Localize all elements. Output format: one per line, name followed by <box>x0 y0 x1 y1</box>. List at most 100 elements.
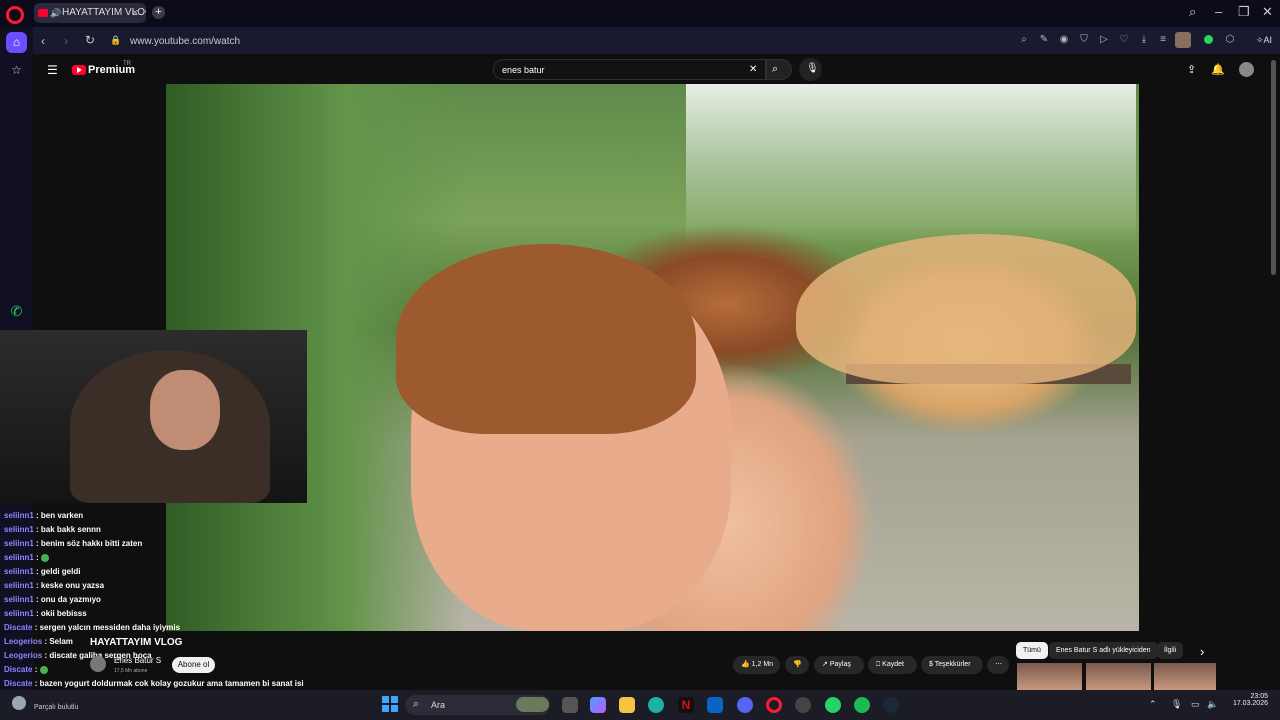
vpn-icon[interactable] <box>1204 35 1213 44</box>
network-icon[interactable]: ▭ <box>1191 699 1200 710</box>
chat-username[interactable]: seliinn1 <box>4 525 34 534</box>
chip-uploader[interactable]: Enes Batur S adlı yükleyiciden <box>1049 642 1158 659</box>
taskbar-search-placeholder[interactable]: Ara <box>431 700 445 710</box>
chat-username[interactable]: Discate <box>4 679 32 688</box>
play-icon[interactable]: ▷ <box>1098 34 1110 46</box>
chat-username[interactable]: seliinn1 <box>4 581 34 590</box>
search-icon[interactable]: ⌕ <box>1018 34 1030 46</box>
like-count: 1,2 Mn <box>751 661 774 668</box>
share-icon: ↗ <box>822 661 828 668</box>
microphone-icon[interactable]: 🎙 <box>1171 699 1182 710</box>
download-icon[interactable]: ⤓ <box>1138 34 1150 46</box>
search-icon: ⌕ <box>772 63 779 75</box>
close-window-icon[interactable]: ✕ <box>1262 4 1273 20</box>
profile-avatar[interactable] <box>1175 32 1191 48</box>
menu-icon[interactable]: ≡ <box>1157 34 1169 46</box>
reload-icon[interactable]: ↻ <box>85 33 95 47</box>
more-actions-button[interactable]: ⋯ <box>987 656 1009 674</box>
clock-time: 23:05 <box>1250 693 1268 700</box>
netflix-icon[interactable]: N <box>678 697 694 713</box>
spotify-icon[interactable] <box>854 697 870 713</box>
channel-avatar[interactable] <box>90 656 106 672</box>
system-clock[interactable]: 23:05 17.03.2026 <box>1230 693 1268 707</box>
upload-icon[interactable]: ⇪ <box>1187 63 1196 76</box>
app-icon[interactable] <box>795 697 811 713</box>
lock-icon[interactable]: 🔒 <box>110 35 121 46</box>
channel-name[interactable]: Enes Batur S <box>114 656 161 665</box>
home-icon[interactable]: ⌂ <box>6 32 27 53</box>
search-input-value[interactable]: enes batur <box>502 65 545 75</box>
chat-separator: : <box>32 679 40 688</box>
weather-icon[interactable] <box>12 696 26 710</box>
tab-search-icon[interactable]: ⌕ <box>1189 4 1196 20</box>
copilot-icon[interactable] <box>590 697 606 713</box>
search-button[interactable] <box>766 59 792 80</box>
tray-chevron-icon[interactable]: ⌃ <box>1149 699 1157 710</box>
chat-username[interactable]: Discate <box>4 665 32 674</box>
whatsapp-icon[interactable]: ✆ <box>6 301 27 322</box>
chip-related[interactable]: İlgili <box>1157 642 1184 659</box>
chat-username[interactable]: Discate <box>4 623 32 632</box>
outlook-icon[interactable] <box>707 697 723 713</box>
bookmarks-icon[interactable]: ☆ <box>6 60 27 81</box>
minimize-icon[interactable]: – <box>1215 4 1222 19</box>
hamburger-menu-icon[interactable]: ☰ <box>47 63 58 77</box>
page-scrollbar[interactable] <box>1271 60 1276 275</box>
edge-icon[interactable] <box>648 697 664 713</box>
steam-icon[interactable] <box>883 697 899 713</box>
edit-icon[interactable]: ✎ <box>1038 34 1050 46</box>
task-view-icon[interactable] <box>562 697 578 713</box>
save-button[interactable]: ⎕ Kaydet <box>868 656 917 674</box>
forward-icon[interactable]: › <box>64 34 68 48</box>
chip-all[interactable]: Tümü <box>1016 642 1048 659</box>
thumbs-down-icon: 👎 <box>793 661 802 668</box>
weather-widget[interactable]: Parçalı bulutlu <box>34 704 78 711</box>
opera-menu-icon[interactable] <box>6 6 24 24</box>
speaker-icon[interactable]: 🔊 <box>50 3 61 23</box>
clock-date: 17.03.2026 <box>1232 700 1268 707</box>
like-button[interactable]: 👍 1,2 Mn <box>733 656 780 674</box>
chat-text: bazen yogurt doldurmak cok kolay gozukur… <box>39 679 304 688</box>
tab-close-icon[interactable]: × <box>132 3 138 23</box>
microphone-icon: 🎙 <box>806 63 819 74</box>
search-highlight-image[interactable] <box>516 697 549 712</box>
notifications-bell-icon[interactable]: 🔔 <box>1211 63 1225 76</box>
chat-username[interactable]: seliinn1 <box>4 595 34 604</box>
heart-icon[interactable]: ♡ <box>1118 34 1130 46</box>
video-player[interactable] <box>166 84 1139 631</box>
share-button[interactable]: ↗ Paylaş <box>814 656 864 674</box>
chat-username[interactable]: seliinn1 <box>4 511 34 520</box>
recommended-thumbnail[interactable] <box>1017 663 1082 690</box>
chat-username[interactable]: seliinn1 <box>4 553 34 562</box>
dislike-button[interactable]: 👎 <box>785 656 809 674</box>
whatsapp-icon[interactable] <box>825 697 841 713</box>
recommended-thumbnail[interactable] <box>1154 663 1216 690</box>
chat-username[interactable]: seliinn1 <box>4 567 34 576</box>
ai-button[interactable]: ✧AI <box>1256 35 1272 46</box>
discord-icon[interactable] <box>737 697 753 713</box>
camera-icon[interactable]: ◉ <box>1058 34 1070 46</box>
start-button[interactable] <box>382 696 398 712</box>
chat-username[interactable]: Leogerios <box>4 651 42 660</box>
volume-icon[interactable]: 🔈 <box>1207 699 1218 710</box>
thanks-button[interactable]: $ Teşekkürler <box>921 656 983 674</box>
maximize-icon[interactable]: ❐ <box>1238 4 1250 20</box>
chat-username[interactable]: seliinn1 <box>4 539 34 548</box>
file-explorer-icon[interactable] <box>619 697 635 713</box>
chips-next-icon[interactable]: › <box>1200 644 1204 659</box>
url-field[interactable]: www.youtube.com/watch <box>130 36 240 47</box>
extensions-icon[interactable]: ⬡ <box>1224 34 1236 46</box>
recommended-thumbnail[interactable] <box>1086 663 1151 690</box>
clear-search-icon[interactable]: ✕ <box>749 64 757 75</box>
back-icon[interactable]: ‹ <box>41 34 45 48</box>
browser-tab[interactable]: 🔊 HAYATTAYIM VLOG × <box>34 3 146 23</box>
chat-username[interactable]: Leogerios <box>4 637 42 646</box>
account-avatar[interactable] <box>1239 62 1254 77</box>
subscribe-button[interactable]: Abone ol <box>172 657 215 673</box>
new-tab-button[interactable]: + <box>152 6 165 19</box>
opera-icon[interactable] <box>766 697 782 713</box>
windows-logo-icon <box>382 696 389 703</box>
chat-username[interactable]: seliinn1 <box>4 609 34 618</box>
shield-icon[interactable]: ⛉ <box>1078 34 1090 46</box>
video-title: HAYATTAYIM VLOG <box>90 637 183 648</box>
